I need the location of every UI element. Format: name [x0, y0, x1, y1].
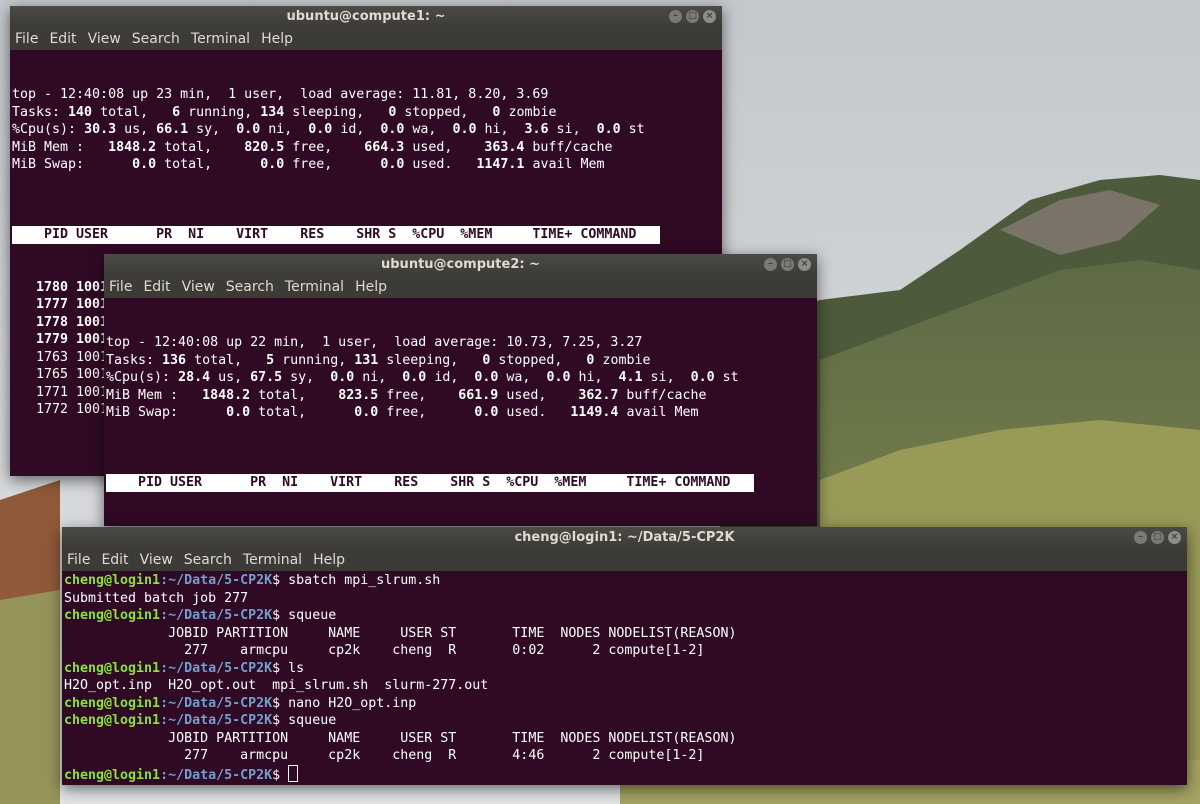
close-icon[interactable]: × [703, 10, 716, 23]
menu-edit[interactable]: Edit [142, 276, 171, 298]
process-table-header: PID USER PR NI VIRT RES SHR S %CPU %MEM … [106, 474, 755, 492]
menu-edit[interactable]: Edit [100, 549, 129, 571]
menu-view[interactable]: View [87, 28, 122, 50]
prompt-path: :~/Data/5-CP2K [160, 573, 273, 588]
prompt-path: :~/Data/5-CP2K [160, 608, 273, 623]
command-line: cheng@login1:~/Data/5-CP2K$ sbatch mpi_s… [64, 573, 441, 588]
terminal-window-compute2[interactable]: ubuntu@compute2: ~ – □ × File Edit View … [104, 254, 817, 526]
window-title: ubuntu@compute2: ~ [381, 257, 540, 272]
command-output: JOBID PARTITION NAME USER ST TIME NODES … [64, 730, 737, 746]
menu-help[interactable]: Help [260, 28, 294, 50]
command-text: nano H2O_opt.inp [288, 695, 417, 711]
maximize-icon[interactable]: □ [1151, 531, 1164, 544]
summary-line: MiB Swap: 0.0 total, 0.0 free, 0.0 used.… [106, 405, 699, 420]
command-text: squeue [288, 713, 337, 728]
command-text: ls [288, 660, 305, 676]
minimize-icon[interactable]: – [1134, 531, 1147, 544]
prompt-path: :~/Data/5-CP2K [160, 767, 273, 783]
summary-line: %Cpu(s): 30.3 us, 66.1 sy, 0.0 ni, 0.0 i… [12, 122, 645, 137]
command-output: JOBID PARTITION NAME USER ST TIME NODES … [64, 625, 737, 641]
menu-terminal[interactable]: Terminal [242, 549, 303, 571]
title-bar[interactable]: ubuntu@compute2: ~ – □ × [104, 254, 817, 276]
top-summary: top - 12:40:08 up 23 min, 1 user, load a… [12, 86, 722, 191]
prompt-path: :~/Data/5-CP2K [160, 695, 273, 711]
command-line: cheng@login1:~/Data/5-CP2K$ squeue [64, 608, 337, 623]
menu-bar: File Edit View Search Terminal Help [10, 28, 722, 50]
command-text: squeue [288, 608, 337, 623]
menu-search[interactable]: Search [183, 549, 233, 571]
title-bar[interactable]: ubuntu@compute1: ~ – □ × [10, 6, 722, 28]
minimize-icon[interactable]: – [669, 10, 682, 23]
window-title: cheng@login1: ~/Data/5-CP2K [514, 530, 735, 545]
menu-search[interactable]: Search [225, 276, 275, 298]
terminal-output[interactable]: top - 12:40:08 up 22 min, 1 user, load a… [104, 298, 817, 526]
summary-line: Tasks: 140 total, 6 running, 134 sleepin… [12, 104, 557, 120]
maximize-icon[interactable]: □ [686, 10, 699, 23]
text-cursor[interactable] [288, 764, 299, 782]
terminal-output[interactable]: cheng@login1:~/Data/5-CP2K$ sbatch mpi_s… [62, 571, 1187, 783]
menu-bar: File Edit View Search Terminal Help [104, 276, 817, 298]
prompt-user: cheng@login1 [64, 608, 161, 623]
summary-line: %Cpu(s): 28.4 us, 67.5 sy, 0.0 ni, 0.0 i… [106, 370, 739, 385]
summary-line: Tasks: 136 total, 5 running, 131 sleepin… [106, 352, 651, 368]
menu-help[interactable]: Help [354, 276, 388, 298]
prompt-path: :~/Data/5-CP2K [160, 660, 273, 676]
menu-file[interactable]: File [14, 28, 39, 50]
prompt-path: :~/Data/5-CP2K [160, 713, 273, 728]
command-output: Submitted batch job 277 [64, 590, 249, 606]
summary-line: MiB Mem : 1848.2 total, 820.5 free, 664.… [12, 139, 613, 155]
minimize-icon[interactable]: – [764, 258, 777, 271]
process-table-header: PID USER PR NI VIRT RES SHR S %CPU %MEM … [12, 226, 661, 244]
menu-help[interactable]: Help [312, 549, 346, 571]
command-output: 277 armcpu cp2k cheng R 0:02 2 compute[1… [64, 643, 705, 658]
summary-line: MiB Mem : 1848.2 total, 823.5 free, 661.… [106, 387, 707, 403]
command-output: H2O_opt.inp H2O_opt.out mpi_slrum.sh slu… [64, 678, 489, 693]
menu-view[interactable]: View [181, 276, 216, 298]
menu-file[interactable]: File [66, 549, 91, 571]
summary-line: top - 12:40:08 up 22 min, 1 user, load a… [106, 335, 643, 350]
command-output: 277 armcpu cp2k cheng R 4:46 2 compute[1… [64, 748, 705, 763]
top-summary: top - 12:40:08 up 22 min, 1 user, load a… [106, 334, 817, 439]
prompt-user: cheng@login1 [64, 660, 161, 676]
prompt-line: cheng@login1:~/Data/5-CP2K$ [64, 764, 1187, 783]
window-title: ubuntu@compute1: ~ [286, 9, 446, 24]
menu-file[interactable]: File [108, 276, 133, 298]
summary-line: top - 12:40:08 up 23 min, 1 user, load a… [12, 87, 549, 102]
menu-bar: File Edit View Search Terminal Help [62, 549, 1187, 571]
menu-terminal[interactable]: Terminal [190, 28, 251, 50]
maximize-icon[interactable]: □ [781, 258, 794, 271]
summary-line [106, 422, 817, 440]
command-line: cheng@login1:~/Data/5-CP2K$ squeue [64, 713, 337, 728]
command-line: cheng@login1:~/Data/5-CP2K$ nano H2O_opt… [64, 695, 417, 711]
prompt-user: cheng@login1 [64, 767, 161, 783]
close-icon[interactable]: × [1168, 531, 1181, 544]
prompt-user: cheng@login1 [64, 695, 161, 711]
menu-view[interactable]: View [139, 549, 174, 571]
summary-line [12, 174, 722, 192]
command-text: sbatch mpi_slrum.sh [288, 573, 441, 588]
title-bar[interactable]: cheng@login1: ~/Data/5-CP2K – □ × [62, 527, 1187, 549]
menu-terminal[interactable]: Terminal [284, 276, 345, 298]
menu-search[interactable]: Search [131, 28, 181, 50]
terminal-window-login1[interactable]: cheng@login1: ~/Data/5-CP2K – □ × File E… [62, 527, 1187, 785]
prompt-user: cheng@login1 [64, 573, 161, 588]
menu-edit[interactable]: Edit [48, 28, 77, 50]
prompt-user: cheng@login1 [64, 713, 161, 728]
close-icon[interactable]: × [798, 258, 811, 271]
command-line: cheng@login1:~/Data/5-CP2K$ ls [64, 660, 305, 676]
summary-line: MiB Swap: 0.0 total, 0.0 free, 0.0 used.… [12, 157, 605, 172]
